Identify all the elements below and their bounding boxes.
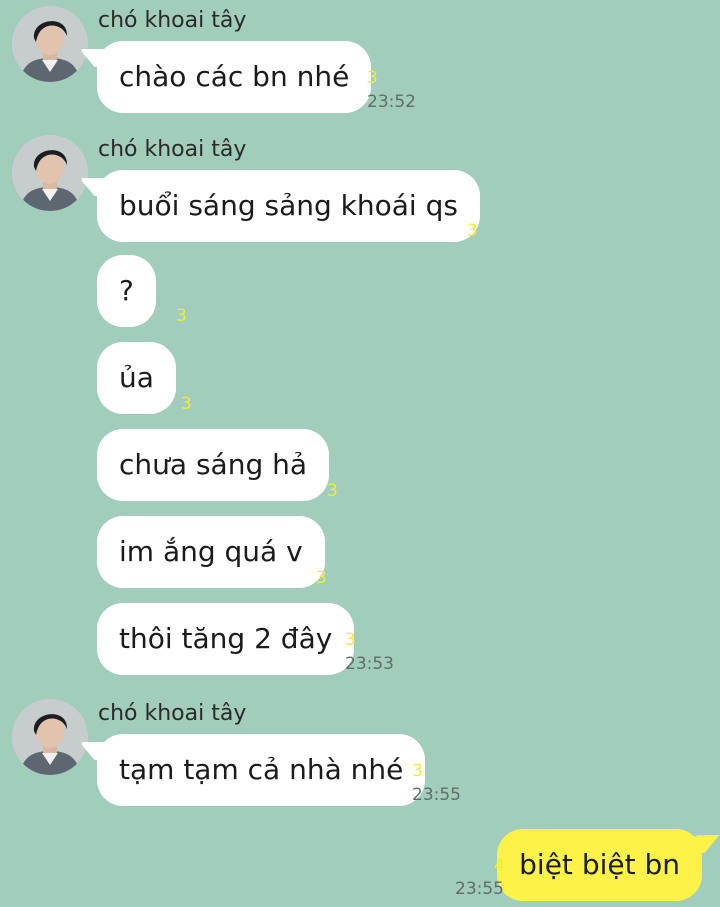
unread-count: 3 xyxy=(467,221,478,241)
message-bubble[interactable]: im ắng quá v xyxy=(97,516,325,588)
message-bubble[interactable]: buổi sáng sảng khoái qs xyxy=(97,170,480,242)
message-bubble[interactable]: ? xyxy=(97,255,156,327)
unread-count: 3 xyxy=(412,761,423,781)
sender-avatar[interactable] xyxy=(12,699,88,775)
message-bubble[interactable]: tạm tạm cả nhà nhé xyxy=(97,734,426,806)
message-bubble[interactable]: thôi tăng 2 đây xyxy=(97,603,355,675)
unread-count: 3 xyxy=(367,68,378,88)
avatar-photo-icon xyxy=(12,135,88,211)
message-time: 23:53 xyxy=(345,654,394,674)
sender-avatar[interactable] xyxy=(12,135,88,211)
unread-count: 3 xyxy=(316,568,327,588)
sender-avatar[interactable] xyxy=(12,6,88,82)
avatar-photo-icon xyxy=(12,6,88,82)
message-time: 23:52 xyxy=(367,92,416,112)
unread-count: 3 xyxy=(181,394,192,414)
message-time: 23:55 xyxy=(455,879,504,899)
message-time: 23:55 xyxy=(412,785,461,805)
unread-count: 4 xyxy=(494,856,505,876)
message-bubble[interactable]: chào các bn nhé xyxy=(97,41,372,113)
sender-name: chó khoai tây xyxy=(98,701,247,726)
unread-count: 3 xyxy=(176,306,187,326)
avatar-photo-icon xyxy=(12,699,88,775)
unread-count: 3 xyxy=(327,481,338,501)
sender-name: chó khoai tây xyxy=(98,8,247,33)
message-bubble[interactable]: chưa sáng hả xyxy=(97,429,330,501)
unread-count: 3 xyxy=(345,630,356,650)
sender-name: chó khoai tây xyxy=(98,137,247,162)
my-message-bubble[interactable]: biệt biệt bn xyxy=(497,829,702,901)
message-bubble[interactable]: ủa xyxy=(97,342,176,414)
